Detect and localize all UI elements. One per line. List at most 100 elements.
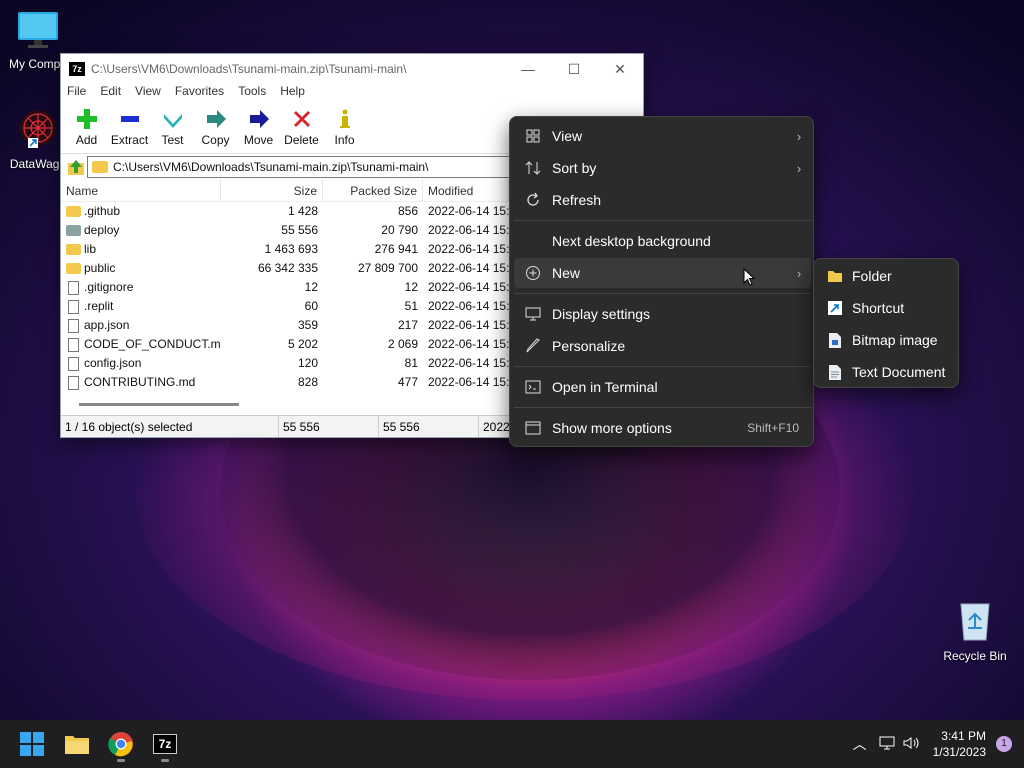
- menu-item-show-more-options[interactable]: Show more options Shift+F10: [514, 413, 811, 443]
- cell-modified: 2022-06-14 15:0: [428, 204, 509, 218]
- submenu-item-text-document[interactable]: Text Document: [818, 357, 956, 387]
- column-name[interactable]: Name: [61, 180, 221, 201]
- menu-item-next-background[interactable]: Next desktop background: [514, 226, 811, 256]
- file-explorer-button[interactable]: [61, 728, 93, 760]
- plus-circle-icon: [514, 265, 552, 281]
- title-bar[interactable]: 7z C:\Users\VM6\Downloads\Tsunami-main.z…: [61, 54, 643, 84]
- menu-help[interactable]: Help: [280, 84, 305, 104]
- add-button[interactable]: Add: [65, 104, 108, 153]
- menu-item-new[interactable]: New ›: [514, 258, 811, 288]
- menu-item-open-terminal[interactable]: Open in Terminal: [514, 372, 811, 402]
- status-size: 55 556: [279, 416, 379, 437]
- file-name: CONTRIBUTING.md: [84, 375, 196, 389]
- menu-item-refresh[interactable]: Refresh: [514, 185, 811, 215]
- info-icon: [323, 108, 366, 130]
- 7zip-taskbar-button[interactable]: 7z: [149, 728, 181, 762]
- up-folder-button[interactable]: [65, 156, 87, 178]
- menu-view[interactable]: View: [135, 84, 161, 104]
- bitmap-icon: [818, 332, 852, 348]
- file-name: .replit: [84, 299, 114, 313]
- cell-name: .github: [61, 202, 221, 221]
- delete-label: Delete: [284, 133, 319, 147]
- refresh-icon: [514, 192, 552, 208]
- menu-item-view[interactable]: View ›: [514, 121, 811, 151]
- cell-size: 12: [304, 280, 318, 294]
- cell-name: CONTRIBUTING.md: [61, 373, 221, 392]
- column-modified[interactable]: Modified: [423, 180, 509, 201]
- running-indicator: [117, 759, 125, 762]
- cell-packed-size: 51: [404, 299, 418, 313]
- menu-file[interactable]: File: [67, 84, 86, 104]
- chevron-up-icon[interactable]: ︿: [853, 734, 867, 754]
- clock-date: 1/31/2023: [932, 745, 986, 759]
- copy-arrow-icon: [194, 108, 237, 130]
- column-size[interactable]: Size: [221, 180, 323, 201]
- delete-button[interactable]: Delete: [280, 104, 323, 153]
- menu-edit[interactable]: Edit: [100, 84, 121, 104]
- horizontal-scrollbar[interactable]: [79, 403, 239, 406]
- copy-button[interactable]: Copy: [194, 104, 237, 153]
- info-button[interactable]: Info: [323, 104, 366, 153]
- notification-badge[interactable]: 1: [996, 736, 1012, 752]
- chevron-right-icon: ›: [796, 265, 802, 281]
- file-icon: [68, 356, 79, 371]
- cell-packed-size: 276 941: [374, 242, 418, 256]
- menu-item-personalize[interactable]: Personalize: [514, 331, 811, 361]
- add-label: Add: [75, 133, 98, 147]
- submenu-item-bitmap[interactable]: Bitmap image: [818, 325, 956, 355]
- check-icon: [151, 108, 194, 130]
- cell-size: 66 342 335: [257, 261, 318, 275]
- volume-icon[interactable]: [903, 736, 921, 753]
- brush-icon: [514, 338, 552, 354]
- cell-modified: 2022-06-14 15:0: [428, 242, 509, 256]
- cell-modified: 2022-06-14 15:0: [428, 375, 509, 389]
- menu-item-label: Open in Terminal: [552, 379, 658, 395]
- close-button[interactable]: ✕: [597, 61, 643, 78]
- recycle-bin-icon: [937, 598, 1013, 645]
- start-button[interactable]: [16, 728, 48, 760]
- text-document-icon: [818, 364, 852, 380]
- file-icon: [68, 299, 79, 314]
- move-label: Move: [243, 133, 274, 147]
- cell-size: 120: [297, 356, 318, 370]
- file-name: CODE_OF_CONDUCT.md: [84, 337, 221, 351]
- menu-separator: [514, 220, 811, 221]
- minimize-button[interactable]: —: [505, 61, 551, 77]
- info-label: Info: [334, 133, 355, 147]
- 7zip-app-icon: 7z: [69, 62, 85, 76]
- cell-name: deploy: [61, 221, 221, 240]
- cell-modified: 2022-06-14 15:0: [428, 280, 509, 294]
- folder-icon: [818, 269, 852, 283]
- network-icon[interactable]: [879, 736, 895, 753]
- submenu-item-label: Bitmap image: [852, 332, 938, 348]
- grid-icon: [514, 129, 552, 143]
- maximize-button[interactable]: ☐: [551, 61, 597, 78]
- submenu-item-label: Shortcut: [852, 300, 905, 316]
- cell-modified: 2022-06-14 15:0: [428, 299, 509, 313]
- folder-icon: [66, 225, 81, 236]
- extract-button[interactable]: Extract: [108, 104, 151, 153]
- clock-time: 3:41 PM: [941, 729, 986, 743]
- cell-modified: 2022-06-14 15:0: [428, 337, 509, 351]
- file-name: public: [84, 261, 116, 275]
- cell-size: 55 556: [281, 223, 318, 237]
- up-arrow-icon: [68, 160, 84, 175]
- menu-item-sort-by[interactable]: Sort by ›: [514, 153, 811, 183]
- desktop-icon-recycle-bin[interactable]: Recycle Bin: [937, 598, 1013, 663]
- menu-favorites[interactable]: Favorites: [175, 84, 224, 104]
- menu-item-display-settings[interactable]: Display settings: [514, 299, 811, 329]
- menu-tools[interactable]: Tools: [238, 84, 266, 104]
- submenu-item-folder[interactable]: Folder: [818, 261, 956, 291]
- test-button[interactable]: Test: [151, 104, 194, 153]
- cell-name: lib: [61, 240, 221, 259]
- move-button[interactable]: Move: [237, 104, 280, 153]
- column-packed-size[interactable]: Packed Size: [323, 180, 423, 201]
- menu-item-label: Next desktop background: [552, 233, 711, 249]
- file-name: .gitignore: [84, 280, 134, 294]
- chevron-right-icon: ›: [796, 160, 802, 176]
- clock[interactable]: 3:41 PM 1/31/2023: [933, 728, 986, 760]
- submenu-item-shortcut[interactable]: Shortcut: [818, 293, 956, 323]
- cell-name: config.json: [61, 354, 221, 373]
- cell-modified: 2022-06-14 15:0: [428, 318, 509, 332]
- chrome-button[interactable]: [105, 728, 137, 762]
